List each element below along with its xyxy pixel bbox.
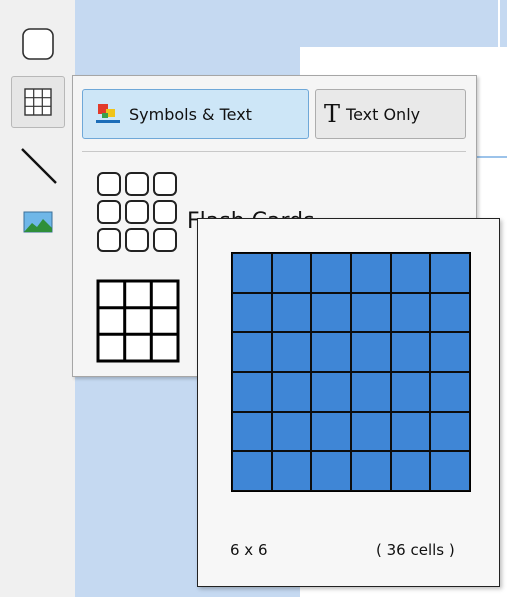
table-grid-icon <box>24 88 52 116</box>
grid-cell[interactable] <box>390 292 431 333</box>
grid-cell[interactable] <box>351 372 391 412</box>
shape-tool-button[interactable] <box>11 20 65 68</box>
picture-icon <box>23 211 53 233</box>
grid-cell[interactable] <box>232 332 272 372</box>
grid-cell[interactable] <box>351 411 391 452</box>
cell-count-label: ( 36 cells ) <box>376 541 455 559</box>
left-toolbar <box>0 0 75 597</box>
image-tool-button[interactable] <box>11 200 65 244</box>
grid-cell[interactable] <box>430 451 470 491</box>
symbols-and-text-button[interactable]: Symbols & Text <box>82 89 309 139</box>
grid-cell[interactable] <box>232 372 272 412</box>
grid-cell[interactable] <box>430 292 470 333</box>
grid-cell[interactable] <box>430 411 470 452</box>
grid-cell[interactable] <box>232 253 272 293</box>
grid-cell[interactable] <box>351 451 391 491</box>
table-tool-button[interactable] <box>11 76 65 128</box>
grid-dimensions-label: 6 x 6 <box>230 541 268 559</box>
grid-cell[interactable] <box>390 451 431 491</box>
grid-cell[interactable] <box>311 292 351 333</box>
grid-cell[interactable] <box>232 451 272 491</box>
flash-cards-icon <box>97 172 177 252</box>
grid-cell[interactable] <box>311 332 351 372</box>
grid-cell[interactable] <box>430 253 470 293</box>
text-t-icon: T <box>324 100 341 128</box>
grid-preview[interactable] <box>231 252 471 492</box>
grid-cell[interactable] <box>390 411 431 452</box>
text-only-label: Text Only <box>346 104 421 124</box>
grid-cell[interactable] <box>311 451 351 491</box>
grid-cell[interactable] <box>390 253 431 293</box>
grid-cell[interactable] <box>351 292 391 333</box>
table-3x3-icon <box>96 279 180 363</box>
grid-cell[interactable] <box>271 292 312 333</box>
grid-cell[interactable] <box>351 332 391 372</box>
grid-size-picker: 6 x 6 ( 36 cells ) <box>197 218 500 587</box>
grid-cell[interactable] <box>390 372 431 412</box>
rounded-rect-icon <box>22 28 54 60</box>
grid-cell[interactable] <box>232 411 272 452</box>
grid-cell[interactable] <box>390 332 431 372</box>
grid-cell[interactable] <box>430 332 470 372</box>
grid-cell[interactable] <box>232 292 272 333</box>
grid-cell[interactable] <box>271 451 312 491</box>
grid-cell[interactable] <box>430 372 470 412</box>
text-only-button[interactable]: T Text Only <box>315 89 466 139</box>
line-tool-button[interactable] <box>11 138 65 192</box>
symbols-and-text-label: Symbols & Text <box>129 104 252 124</box>
page-guide <box>498 0 500 47</box>
grid-cell[interactable] <box>271 372 312 412</box>
grid-cell[interactable] <box>311 372 351 412</box>
grid-cell[interactable] <box>311 411 351 452</box>
symbols-icon <box>96 104 120 123</box>
line-icon <box>21 148 57 184</box>
grid-cell[interactable] <box>311 253 351 293</box>
grid-cell[interactable] <box>271 411 312 452</box>
popup-divider <box>82 151 466 152</box>
grid-cell[interactable] <box>271 332 312 372</box>
grid-cell[interactable] <box>271 253 312 293</box>
grid-cell[interactable] <box>351 253 391 293</box>
